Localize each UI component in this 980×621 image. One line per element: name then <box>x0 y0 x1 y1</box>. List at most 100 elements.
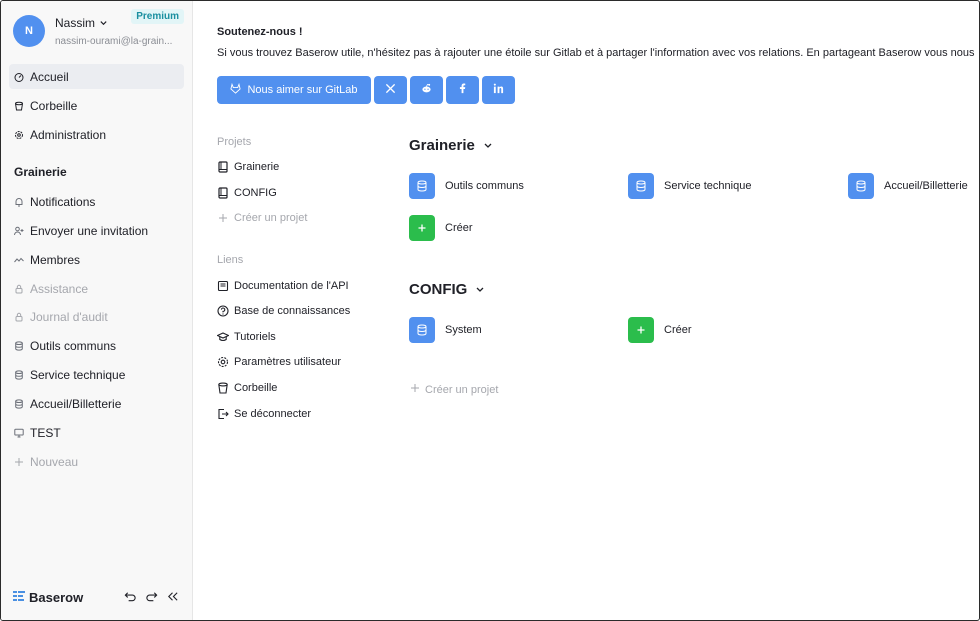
plus-icon <box>628 317 654 343</box>
sidebar-item-label: Administration <box>30 127 107 142</box>
sidebar-item-label: Membres <box>30 252 81 267</box>
gitlab-button[interactable]: Nous aimer sur GitLab <box>217 76 371 104</box>
link-user-settings[interactable]: Paramètres utilisateur <box>217 356 341 368</box>
workspace-group-title[interactable]: Grainerie <box>409 137 493 154</box>
sidebar-item-label: Service technique <box>30 367 126 382</box>
create-project-link[interactable]: Créer un projet <box>217 212 307 224</box>
create-database-card[interactable]: Créer <box>628 317 692 343</box>
link-label: Tutoriels <box>234 331 276 343</box>
database-card[interactable]: Outils communs <box>409 173 524 199</box>
sidebar-item-assistance[interactable]: Assistance <box>9 276 184 301</box>
gear-icon <box>14 130 24 140</box>
share-reddit-button[interactable] <box>410 76 443 104</box>
sidebar-item-audit-log[interactable]: Journal d'audit <box>9 304 184 329</box>
projects-label: Projets <box>217 136 252 148</box>
sidebar-item-nouveau[interactable]: Nouveau <box>9 449 184 474</box>
sidebar-item-corbeille[interactable]: Corbeille <box>9 93 184 118</box>
user-name[interactable]: Nassim <box>55 16 108 30</box>
link-label: Base de connaissances <box>234 305 351 317</box>
avatar[interactable]: N <box>13 15 45 47</box>
collapse-sidebar-button[interactable] <box>165 591 179 605</box>
main-content: Soutenez-nous ! Si vous trouvez Baserow … <box>193 1 979 620</box>
project-item-grainerie[interactable]: Grainerie <box>217 161 279 173</box>
sidebar: N Nassim nassim-ourami@la-grain... Premi… <box>1 1 193 620</box>
share-x-button[interactable] <box>374 76 407 104</box>
user-name-label: Nassim <box>55 16 96 30</box>
sidebar-item-administration[interactable]: Administration <box>9 122 184 147</box>
chevrons-left-icon <box>166 590 179 606</box>
workspace-title[interactable]: Grainerie <box>14 165 67 179</box>
book-icon <box>217 187 229 199</box>
sidebar-item-label: Accueil/Billetterie <box>30 396 122 411</box>
logo-text: Baserow <box>29 590 84 605</box>
undo-button[interactable] <box>123 591 137 605</box>
sidebar-item-invite[interactable]: Envoyer une invitation <box>9 218 184 243</box>
support-text: Si vous trouvez Baserow utile, n'hésitez… <box>217 47 975 59</box>
sidebar-item-label: Corbeille <box>30 98 78 113</box>
gitlab-icon <box>230 82 242 97</box>
links-label: Liens <box>217 254 244 266</box>
bell-icon <box>14 197 24 207</box>
chevron-down-icon <box>483 137 493 154</box>
support-title: Soutenez-nous ! <box>217 26 303 38</box>
sidebar-item-label: Nouveau <box>30 454 79 469</box>
database-icon <box>14 369 24 380</box>
create-project-button[interactable]: Créer un projet <box>410 383 498 396</box>
chevron-down-icon <box>99 16 108 30</box>
database-card[interactable]: System <box>409 317 482 343</box>
lock-icon <box>14 312 24 322</box>
link-label: Documentation de l'API <box>234 280 349 292</box>
share-facebook-button[interactable] <box>446 76 479 104</box>
baserow-logo-icon <box>13 590 25 605</box>
link-label: Corbeille <box>234 382 278 394</box>
sidebar-item-accueil[interactable]: Accueil <box>9 64 184 89</box>
monitor-icon <box>14 428 24 438</box>
link-api-docs[interactable]: Documentation de l'API <box>217 280 349 292</box>
reddit-icon <box>421 83 432 97</box>
plus-icon <box>217 212 229 224</box>
sidebar-item-membres[interactable]: Membres <box>9 247 184 272</box>
sidebar-item-test[interactable]: TEST <box>9 420 184 445</box>
link-logout[interactable]: Se déconnecter <box>217 408 311 420</box>
baserow-logo: Baserow <box>13 590 83 605</box>
premium-badge: Premium <box>131 9 184 24</box>
graduation-icon <box>217 331 229 343</box>
sidebar-item-label: Assistance <box>30 281 89 296</box>
book-open-icon <box>217 280 229 292</box>
create-label: Créer <box>664 324 692 336</box>
gitlab-button-label: Nous aimer sur GitLab <box>247 84 358 96</box>
link-label: Paramètres utilisateur <box>234 356 341 368</box>
link-tutorials[interactable]: Tutoriels <box>217 331 276 343</box>
database-icon <box>409 317 435 343</box>
help-icon <box>217 305 229 317</box>
project-item-config[interactable]: CONFIG <box>217 187 277 199</box>
workspace-group-title[interactable]: CONFIG <box>409 281 485 298</box>
group-title-label: Grainerie <box>409 137 475 154</box>
project-item-label: CONFIG <box>234 187 277 199</box>
database-card[interactable]: Service technique <box>628 173 751 199</box>
lock-icon <box>14 284 24 294</box>
linkedin-icon <box>493 83 504 97</box>
sidebar-item-outils-communs[interactable]: Outils communs <box>9 333 184 358</box>
sidebar-item-service-technique[interactable]: Service technique <box>9 362 184 387</box>
sidebar-item-notifications[interactable]: Notifications <box>9 189 184 214</box>
share-linkedin-button[interactable] <box>482 76 515 104</box>
sidebar-item-label: Journal d'audit <box>30 309 108 324</box>
create-label: Créer <box>445 222 473 234</box>
database-card[interactable]: Accueil/Billetterie <box>848 173 968 199</box>
link-trash[interactable]: Corbeille <box>217 382 277 394</box>
sidebar-item-label: Envoyer une invitation <box>30 223 149 238</box>
create-project-label: Créer un projet <box>425 383 499 396</box>
database-name: Service technique <box>664 180 752 192</box>
link-label: Se déconnecter <box>234 408 312 420</box>
sidebar-item-accueil-billetterie[interactable]: Accueil/Billetterie <box>9 391 184 416</box>
redo-button[interactable] <box>144 591 158 605</box>
database-icon <box>14 398 24 409</box>
sidebar-item-label: TEST <box>30 425 61 440</box>
link-knowledge-base[interactable]: Base de connaissances <box>217 305 350 317</box>
sidebar-item-label: Outils communs <box>30 338 117 353</box>
database-icon <box>848 173 874 199</box>
trash-icon <box>14 101 24 111</box>
create-database-card[interactable]: Créer <box>409 215 473 241</box>
app-window: N Nassim nassim-ourami@la-grain... Premi… <box>0 0 980 621</box>
